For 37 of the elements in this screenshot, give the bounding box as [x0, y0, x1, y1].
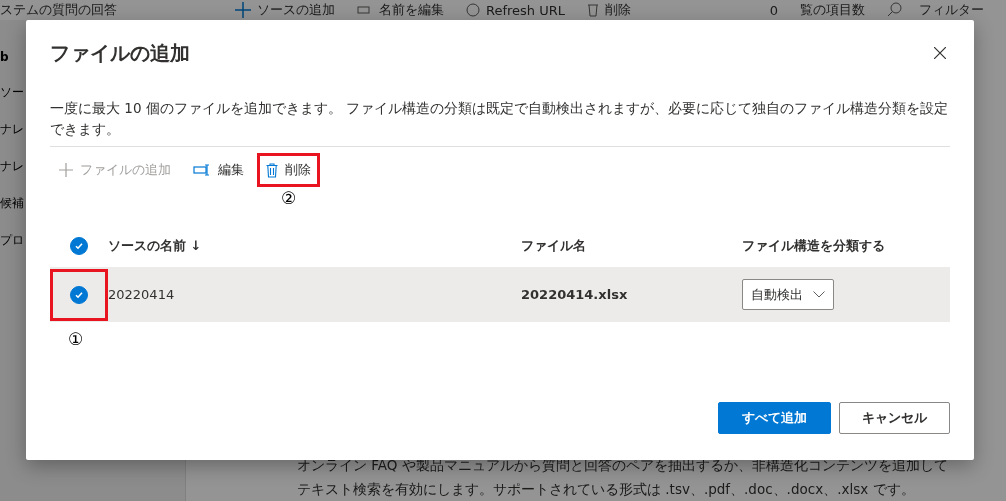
- toolbar-button[interactable]: 名前を編集: [357, 1, 444, 19]
- checkmark-icon: [74, 241, 84, 251]
- circle-icon: [466, 3, 480, 17]
- chevron-down-icon: [813, 291, 825, 298]
- search-icon[interactable]: [887, 2, 903, 18]
- trash-icon: [587, 3, 599, 17]
- toolbar-button[interactable]: Refresh URL: [466, 2, 565, 18]
- plus-icon: [59, 163, 73, 177]
- column-header[interactable]: ソースの名前 ↓: [108, 237, 521, 255]
- add-all-button[interactable]: すべて追加: [718, 402, 831, 434]
- column-header: ファイル構造を分類する: [742, 237, 885, 255]
- cancel-button[interactable]: キャンセル: [839, 402, 950, 434]
- dropdown[interactable]: 自動検出: [742, 279, 834, 310]
- description-text: テキスト検索を有効にします。サポートされている形式は .tsv、.pdf、.doc、.docx、.xlsx です。: [297, 480, 916, 499]
- table-row[interactable]: 20220414 20220414.xlsx 自動検出: [50, 267, 950, 322]
- toolbar-button[interactable]: 削除: [257, 153, 320, 187]
- annotation-number: ①: [68, 329, 84, 349]
- plus-icon: [235, 2, 251, 18]
- dialog-description: 一度に最大 10 個のファイルを追加できます。 ファイル構造の分類は既定で自動検出されますが、必要に応じて独自のファイル構造分類を設定できます。: [50, 98, 950, 147]
- rename-icon: [193, 164, 211, 176]
- annotation-number: ②: [280, 187, 297, 209]
- checkmark-icon: [74, 289, 84, 300]
- dialog-title: ファイルの追加: [50, 39, 190, 67]
- table-cell-text: 20220414: [108, 287, 176, 302]
- item-count: 0: [769, 2, 778, 18]
- trash-icon: [266, 162, 278, 178]
- column-header: ファイル名: [521, 237, 587, 255]
- page-title: ステムの質問の回答: [0, 1, 118, 19]
- rename-icon: [357, 4, 373, 16]
- count-label: 覧の項目数: [800, 1, 865, 19]
- toolbar-button[interactable]: 編集: [184, 153, 253, 187]
- checkbox[interactable]: [70, 237, 88, 255]
- toolbar-button[interactable]: ソースの追加: [235, 1, 335, 19]
- checkbox[interactable]: [70, 285, 88, 304]
- table-cell-text: 20220414.xlsx: [521, 287, 629, 302]
- toolbar-button[interactable]: 削除: [587, 1, 631, 19]
- filter-button[interactable]: フィルター: [919, 1, 984, 19]
